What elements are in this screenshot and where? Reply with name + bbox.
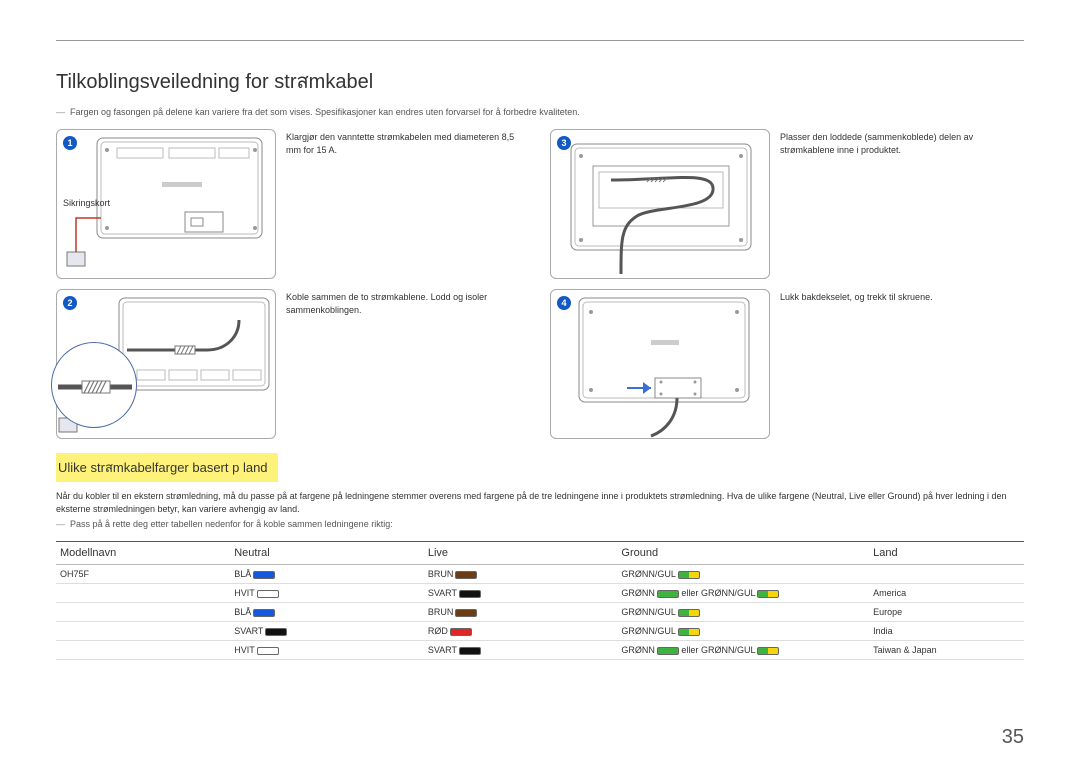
cell-land <box>869 565 1024 584</box>
step-4: 4 Lukk bakdekselet, og trekk til skruene… <box>550 289 1024 439</box>
swatch-blue <box>253 571 275 579</box>
section-colors-heading: Ulike strสmkabelfarger basert p land <box>56 453 278 482</box>
label-sikringskort: Sikringskort <box>63 198 110 208</box>
cell-neutral: BLÅ <box>230 603 424 622</box>
swatch-green <box>657 590 679 598</box>
table-header-row: Modellnavn Neutral Live Ground Land <box>56 542 1024 565</box>
figure-4: 4 <box>550 289 770 439</box>
figure-3: 3 <box>550 129 770 279</box>
step-badge-2: 2 <box>63 296 77 310</box>
cell-live: SVART <box>424 641 618 660</box>
step-3-text: Plasser den loddede (sammenkoblede) dele… <box>780 129 1024 156</box>
colors-table: Modellnavn Neutral Live Ground Land OH75… <box>56 541 1024 660</box>
cell-neutral: SVART <box>230 622 424 641</box>
cell-ground: GRØNN eller GRØNN/GUL <box>617 584 869 603</box>
step-1-text: Klargjør den vanntette strømkabelen med … <box>286 129 530 156</box>
swatch-black <box>265 628 287 636</box>
table-row: HVIT SVART GRØNN eller GRØNN/GUL Taiwan … <box>56 641 1024 660</box>
cell-ground: GRØNN eller GRØNN/GUL <box>617 641 869 660</box>
swatch-green-yellow <box>678 609 700 617</box>
step-1: 1 Sikringsko <box>56 129 530 279</box>
cell-land: Europe <box>869 603 1024 622</box>
swatch-red <box>450 628 472 636</box>
splice-callout <box>51 342 137 428</box>
cell-live: RØD <box>424 622 618 641</box>
table-row: SVART RØD GRØNN/GUL India <box>56 622 1024 641</box>
step-badge-4: 4 <box>557 296 571 310</box>
th-live: Live <box>424 542 618 565</box>
th-ground: Ground <box>617 542 869 565</box>
swatch-black <box>459 590 481 598</box>
cell-live: SVART <box>424 584 618 603</box>
swatch-green-yellow <box>678 571 700 579</box>
figure-1: 1 Sikringsko <box>56 129 276 279</box>
table-row: OH75F BLÅ BRUN GRØNN/GUL <box>56 565 1024 584</box>
steps-grid: 1 Sikringsko <box>56 129 1024 439</box>
page-title: Tilkoblingsveiledning for strสmkabel <box>56 65 1024 97</box>
swatch-brown <box>455 571 477 579</box>
diagram-inset-cable <box>551 130 771 280</box>
swatch-brown <box>455 609 477 617</box>
section-colors-note: Pass på å rette deg etter tabellen neden… <box>56 519 1024 529</box>
section-colors-intro: Når du kobler til en ekstern strømlednin… <box>56 490 1024 515</box>
swatch-green-yellow <box>757 647 779 655</box>
step-3: 3 Plasser den loddede (sammenkoblede) de… <box>550 129 1024 279</box>
page-number: 35 <box>1002 726 1024 749</box>
cell-neutral: HVIT <box>230 584 424 603</box>
step-2-text: Koble sammen de to strømkablene. Lodd og… <box>286 289 530 316</box>
swatch-green-yellow <box>678 628 700 636</box>
th-land: Land <box>869 542 1024 565</box>
figure-2: 2 <box>56 289 276 439</box>
cell-model: OH75F <box>56 565 230 584</box>
cell-land: America <box>869 584 1024 603</box>
step-4-text: Lukk bakdekselet, og trekk til skruene. <box>780 289 1024 304</box>
cell-ground: GRØNN/GUL <box>617 622 869 641</box>
cell-ground: GRØNN/GUL <box>617 565 869 584</box>
table-row: BLÅ BRUN GRØNN/GUL Europe <box>56 603 1024 622</box>
table-row: HVIT SVART GRØNN eller GRØNN/GUL America <box>56 584 1024 603</box>
cell-neutral: HVIT <box>230 641 424 660</box>
swatch-black <box>459 647 481 655</box>
cell-neutral: BLÅ <box>230 565 424 584</box>
cell-land: Taiwan & Japan <box>869 641 1024 660</box>
rule-top <box>56 40 1024 41</box>
step-badge-1: 1 <box>63 136 77 150</box>
step-badge-3: 3 <box>557 136 571 150</box>
swatch-white <box>257 647 279 655</box>
cell-ground: GRØNN/GUL <box>617 603 869 622</box>
cell-live: BRUN <box>424 565 618 584</box>
cell-live: BRUN <box>424 603 618 622</box>
step-2: 2 <box>56 289 530 439</box>
swatch-green-yellow <box>757 590 779 598</box>
swatch-white <box>257 590 279 598</box>
diagram-close-cover <box>551 290 771 440</box>
cell-land: India <box>869 622 1024 641</box>
th-neutral: Neutral <box>230 542 424 565</box>
th-model: Modellnavn <box>56 542 230 565</box>
quality-note: Fargen og fasongen på delene kan variere… <box>56 107 1024 117</box>
swatch-blue <box>253 609 275 617</box>
swatch-green <box>657 647 679 655</box>
